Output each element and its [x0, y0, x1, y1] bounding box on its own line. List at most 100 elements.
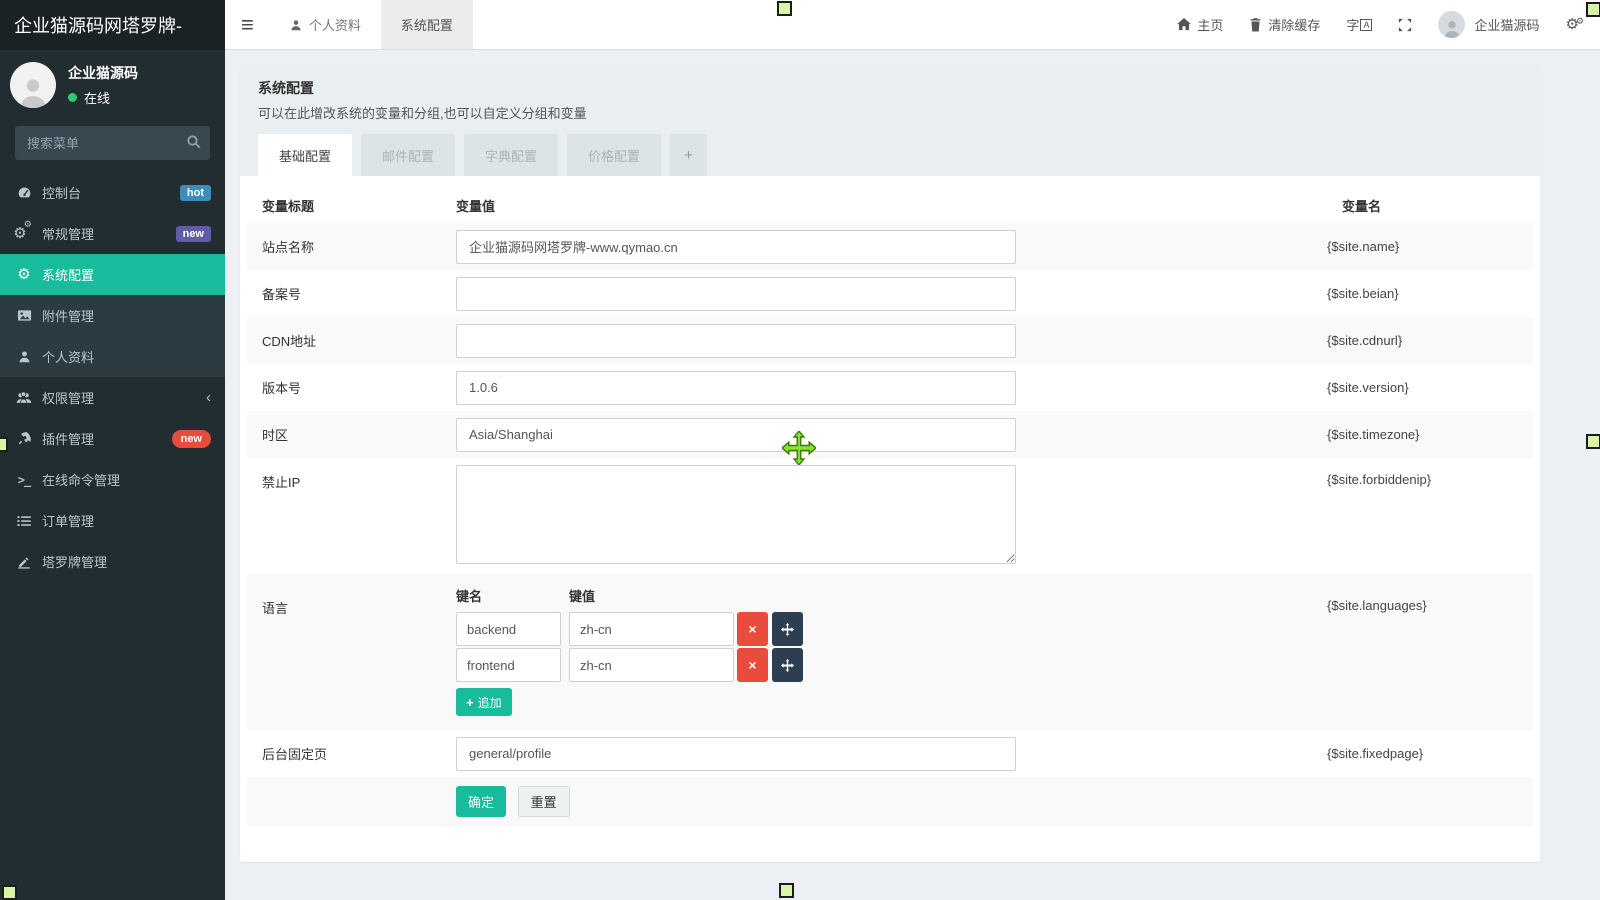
- sidebar-item-auth[interactable]: 权限管理 ‹: [0, 377, 225, 418]
- fullscreen-toggle[interactable]: [1385, 0, 1425, 49]
- table-row: 禁止IP {$site.forbiddenip}: [247, 458, 1533, 574]
- form-actions-row: 确定 重置: [247, 777, 1533, 826]
- tab-config[interactable]: 系统配置: [381, 0, 473, 49]
- search-input[interactable]: [15, 126, 210, 160]
- lang-key-input[interactable]: [456, 612, 561, 646]
- row-label: 后台固定页: [247, 744, 456, 763]
- table-header: 变量标题 变量值 变量名: [247, 187, 1533, 223]
- home-icon: [1177, 18, 1191, 31]
- sidebar-item-config[interactable]: ⚙ 系统配置: [0, 254, 225, 295]
- lang-key-input[interactable]: [456, 648, 561, 682]
- key-header: 键名: [456, 586, 569, 605]
- home-link[interactable]: 主页: [1164, 0, 1236, 49]
- online-dot-icon: [68, 93, 77, 102]
- tab-dict-config[interactable]: 字典配置: [464, 134, 558, 176]
- user-silhouette-icon: [16, 74, 50, 108]
- tab-label: 个人资料: [309, 15, 361, 34]
- lang-value-input[interactable]: [569, 648, 734, 682]
- tab-basic-config[interactable]: 基础配置: [258, 134, 352, 176]
- image-icon: [14, 308, 34, 323]
- plus-icon: +: [466, 695, 474, 710]
- version-input[interactable]: [456, 371, 1016, 405]
- brand-title[interactable]: 企业猫源码网塔罗牌-: [0, 0, 225, 50]
- gears-icon: ⚙⚙: [14, 226, 34, 241]
- language-switch[interactable]: 字A: [1333, 0, 1385, 49]
- resize-handle-bottom-left[interactable]: [2, 885, 17, 900]
- avatar: [10, 62, 56, 108]
- beian-input[interactable]: [456, 277, 1016, 311]
- sidebar-item-label: 常规管理: [42, 224, 94, 243]
- reset-button[interactable]: 重置: [518, 786, 570, 817]
- resize-handle-right-middle[interactable]: [1586, 434, 1600, 449]
- sidebar-item-command[interactable]: >_ 在线命令管理: [0, 459, 225, 500]
- lang-value-input[interactable]: [569, 612, 734, 646]
- drag-row-button[interactable]: [772, 648, 803, 682]
- tarot-icon: [14, 555, 34, 569]
- drag-row-button[interactable]: [772, 612, 803, 646]
- sidebar-item-addon[interactable]: 插件管理 new: [0, 418, 225, 459]
- close-icon: ×: [748, 621, 756, 637]
- config-tabs: 基础配置 邮件配置 字典配置 价格配置 +: [258, 134, 1522, 176]
- sidebar-item-profile[interactable]: 个人资料: [0, 336, 225, 377]
- forbiddenip-textarea[interactable]: [456, 465, 1016, 564]
- append-button[interactable]: + 追加: [456, 688, 512, 716]
- user-name: 企业猫源码: [68, 63, 138, 83]
- sidebar-item-label: 控制台: [42, 183, 81, 202]
- tab-profile[interactable]: 个人资料: [270, 0, 381, 49]
- sidebar-toggle-icon[interactable]: ≡: [225, 0, 270, 49]
- clear-cache-link[interactable]: 清除缓存: [1236, 0, 1333, 49]
- sidebar-item-tarot[interactable]: 塔罗牌管理: [0, 541, 225, 582]
- users-icon: [14, 390, 34, 405]
- row-label: 站点名称: [247, 237, 456, 256]
- table-row: 站点名称 {$site.name}: [247, 223, 1533, 270]
- sidebar-item-attachment[interactable]: 附件管理: [0, 295, 225, 336]
- resize-handle-top-right[interactable]: [1586, 2, 1600, 17]
- col-header-varname: 变量名: [1327, 196, 1533, 215]
- move-icon: [781, 659, 794, 672]
- user-menu[interactable]: 企业猫源码: [1425, 0, 1552, 49]
- resize-handle-bottom-center[interactable]: [779, 883, 794, 898]
- table-row: 后台固定页 {$site.fixedpage}: [247, 730, 1533, 777]
- site-name-input[interactable]: [456, 230, 1016, 264]
- tab-price-config[interactable]: 价格配置: [567, 134, 661, 176]
- row-label: 时区: [247, 425, 456, 444]
- resize-handle-left-middle[interactable]: [0, 437, 8, 452]
- var-name: {$site.beian}: [1327, 286, 1533, 301]
- search-icon[interactable]: [186, 134, 202, 150]
- table-row: 语言 键名 键值 ×: [247, 574, 1533, 730]
- append-label: 追加: [478, 694, 502, 711]
- sidebar-item-dashboard[interactable]: 控制台 hot: [0, 172, 225, 213]
- language-editor: 键名 键值 ×: [456, 574, 1327, 730]
- table-row: 版本号 {$site.version}: [247, 364, 1533, 411]
- page-title: 系统配置: [258, 78, 1522, 98]
- sidebar-item-label: 个人资料: [42, 347, 94, 366]
- language-pair-row: ×: [456, 648, 1327, 682]
- page-subtitle: 可以在此增改系统的变量和分组,也可以自定义分组和变量: [258, 103, 1522, 122]
- chevron-left-icon: ‹: [206, 389, 211, 406]
- row-label: CDN地址: [247, 331, 456, 350]
- user-icon: [290, 19, 302, 31]
- delete-row-button[interactable]: ×: [737, 612, 768, 646]
- row-label: 备案号: [247, 284, 456, 303]
- new-badge: new: [172, 430, 211, 448]
- resize-handle-top-center[interactable]: [777, 1, 792, 16]
- row-label: 版本号: [247, 378, 456, 397]
- list-icon: [14, 514, 34, 528]
- add-tab-button[interactable]: +: [670, 134, 707, 176]
- sidebar-item-label: 插件管理: [42, 429, 94, 448]
- sidebar-item-general[interactable]: ⚙⚙ 常规管理 new: [0, 213, 225, 254]
- tab-mail-config[interactable]: 邮件配置: [361, 134, 455, 176]
- sidebar-item-orders[interactable]: 订单管理: [0, 500, 225, 541]
- language-pair-row: ×: [456, 612, 1327, 646]
- delete-row-button[interactable]: ×: [737, 648, 768, 682]
- user-status: 在线: [68, 88, 138, 107]
- var-name: {$site.forbiddenip}: [1327, 458, 1533, 487]
- timezone-input[interactable]: [456, 418, 1016, 452]
- fixedpage-input[interactable]: [456, 737, 1016, 771]
- menu-search: [15, 126, 210, 160]
- cdnurl-input[interactable]: [456, 324, 1016, 358]
- hot-badge: hot: [180, 185, 211, 201]
- submit-button[interactable]: 确定: [456, 786, 506, 817]
- var-name: {$site.name}: [1327, 239, 1533, 254]
- table-row: CDN地址 {$site.cdnurl}: [247, 317, 1533, 364]
